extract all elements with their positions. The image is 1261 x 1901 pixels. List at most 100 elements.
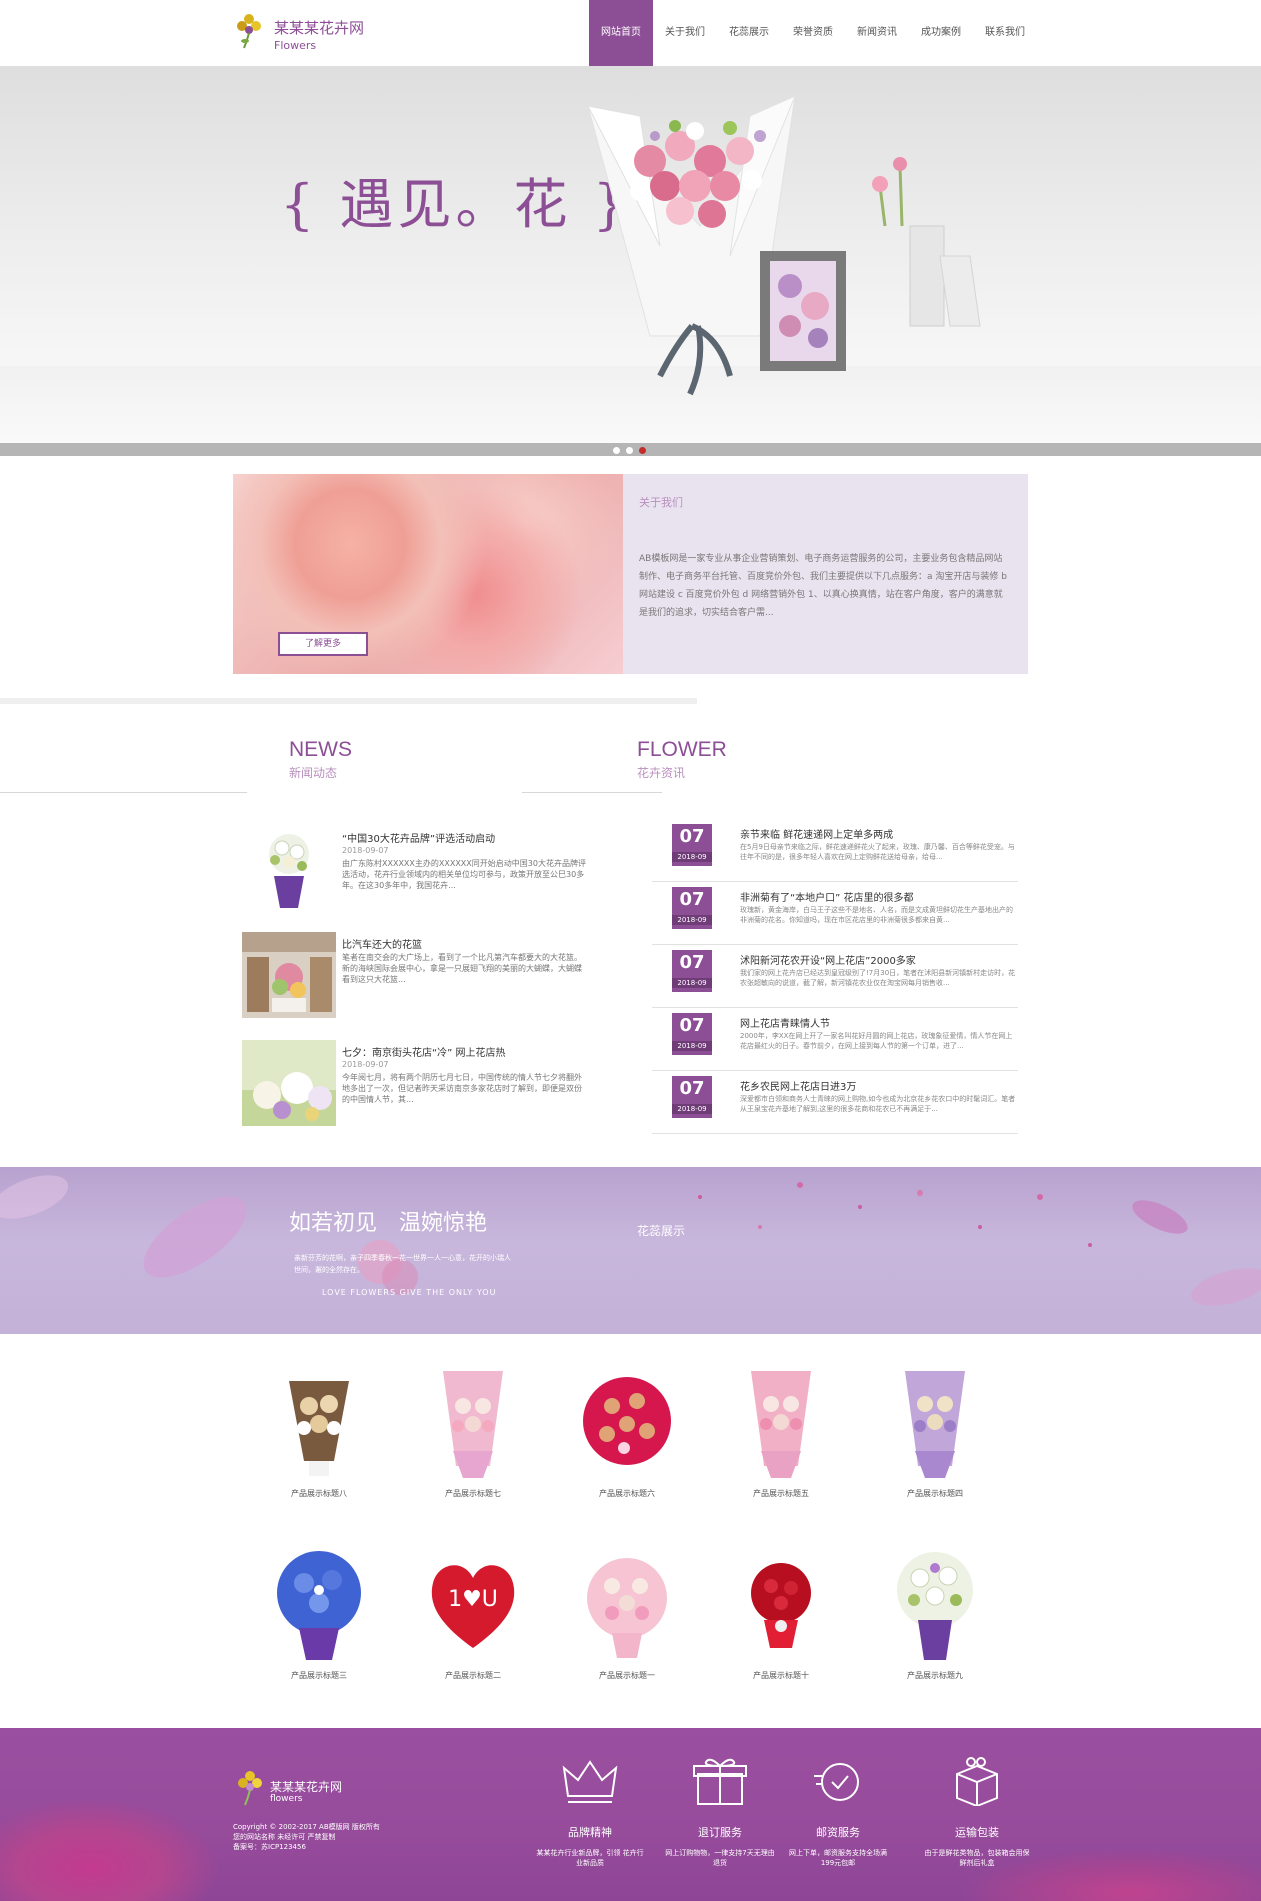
product-card[interactable]: 产品展示标题八	[264, 1366, 374, 1499]
slide-dot-3[interactable]	[639, 447, 646, 454]
nav-cases[interactable]: 成功案例	[909, 0, 973, 66]
news-desc: 今年阅七月，将有两个阴历七月七日，中国传统的情人节七夕将翻外地多出了一次，但记者…	[342, 1073, 582, 1104]
clock-icon	[814, 1763, 859, 1801]
flower-news-title[interactable]: 沭阳新河花农开设“网上花店”2000多家	[740, 952, 916, 967]
showcase-title: 如若初见 温婉惊艳	[289, 1211, 488, 1236]
flower-news-desc: 2000年，李XX在网上开了一家名叫花好月圆的网上花店，玫瑰象征爱情，情人节在网…	[740, 1032, 1013, 1050]
date-badge: 07 2018-09	[672, 1013, 712, 1055]
news-desc: 笔者在南交会的大广场上，看到了一个比凡第汽车都要大的大花篮。新的海峡国际会展中心…	[342, 953, 582, 984]
product-image	[443, 1371, 503, 1478]
learn-more-button[interactable]: 了解更多	[278, 632, 368, 656]
gift-icon	[693, 1758, 747, 1805]
site-logo[interactable]: 某某某花卉网 Flowers	[234, 9, 394, 59]
product-label[interactable]: 产品展示标题四	[880, 1488, 990, 1499]
showcase-subtitle: 亲新芬芳的花啊，亲子四季春秋一花一世界一人一心意，花开的小瑞人世间，邂的全然存在…	[294, 1254, 511, 1274]
nav-home[interactable]: 网站首页	[589, 0, 653, 66]
product-label[interactable]: 产品展示标题三	[264, 1670, 374, 1681]
service-desc: 网上订购物物，一律支持7天无理由退货	[665, 1849, 775, 1867]
product-image	[751, 1371, 811, 1478]
flower-news-item[interactable]: 07 2018-09 网上花店青睐情人节 2000年，李XX在网上开了一家名叫花…	[652, 1011, 1018, 1071]
news-date: 2018-09-07	[342, 846, 389, 855]
service-title: 退订服务	[698, 1826, 742, 1839]
about-body: AB模板网是一家专业从事企业营销策划、电子商务运营服务的公司，主要业务包含精品网…	[639, 554, 1007, 618]
news-item[interactable]: “中国30大花卉品牌”评选活动启动 2018-09-07 由广东陈村XXXXXX…	[242, 826, 587, 912]
product-label[interactable]: 产品展示标题五	[726, 1488, 836, 1499]
bouquet-image	[587, 95, 981, 396]
date-day: 07	[679, 889, 705, 910]
news-item[interactable]: 比汽车还大的花篮 2018-09-07 笔者在南交会的大广场上，看到了一个比凡第…	[242, 932, 587, 1018]
box-icon	[956, 1757, 998, 1808]
banner-title: { 遇见。花 }	[280, 173, 632, 236]
slide-dot-2[interactable]	[626, 447, 633, 454]
flower-news-item[interactable]: 07 2018-09 非洲菊有了“本地户口” 花店里的很多都 玫瑰新，黄金海岸，…	[652, 885, 1018, 945]
service-postage: 邮资服务 网上下单，邮资服务支持全场满199元包邮	[783, 1756, 893, 1896]
flower-heading-cn: 花卉资讯	[637, 766, 686, 780]
product-card[interactable]: 产品展示标题六	[572, 1366, 682, 1499]
flower-news-title[interactable]: 非洲菊有了“本地户口” 花店里的很多都	[740, 889, 914, 904]
flower-heading-en: FLOWER	[637, 738, 727, 761]
product-card[interactable]: 产品展示标题五	[726, 1366, 836, 1499]
nav-showcase[interactable]: 花蕊展示	[717, 0, 781, 66]
service-desc: 某某花卉行业新品牌，引领 花卉行业新品质	[536, 1849, 644, 1867]
product-card[interactable]: 产品展示标题七	[418, 1366, 528, 1499]
product-card[interactable]: 产品展示标题九	[880, 1548, 990, 1681]
product-image	[905, 1371, 965, 1478]
crown-icon	[562, 1760, 618, 1803]
product-label[interactable]: 产品展示标题七	[418, 1488, 528, 1499]
news-title[interactable]: “中国30大花卉品牌”评选活动启动	[342, 830, 495, 845]
product-label[interactable]: 产品展示标题一	[572, 1670, 682, 1681]
slide-dot-1[interactable]	[613, 447, 620, 454]
footer-watercolor	[0, 1798, 220, 1901]
carnation-image: 了解更多	[233, 474, 623, 674]
date-day: 07	[679, 826, 705, 847]
product-card[interactable]: 1♥U 产品展示标题二	[418, 1548, 528, 1681]
product-label[interactable]: 产品展示标题八	[264, 1488, 374, 1499]
site-header: 某某某花卉网 Flowers 网站首页 关于我们 花蕊展示 荣誉资质 新闻资讯 …	[0, 0, 1261, 66]
icp-number[interactable]: 备案号：苏ICP123456	[233, 1842, 433, 1852]
product-image: 1♥U	[431, 1565, 515, 1648]
service-desc: 由于是鲜花类物品，包装箱会用保鲜剂后礼盒	[924, 1849, 1030, 1867]
footer-logo-title: 某某某花卉网	[270, 1780, 343, 1794]
date-year-month: 2018-09	[672, 915, 712, 925]
date-year-month: 2018-09	[672, 978, 712, 988]
product-label[interactable]: 产品展示标题二	[418, 1670, 528, 1681]
section-divider	[0, 698, 697, 704]
flower-news-desc: 在5月9日母亲节来临之际，鲜花速递鲜花火了起来，玫瑰、康乃馨、百合等鲜花受宠。与…	[740, 843, 1015, 861]
flower-news-item[interactable]: 07 2018-09 花乡农民网上花店日进3万 深爱都市白领和商务人士青睐的网上…	[652, 1074, 1018, 1134]
service-brand: 品牌精神 某某花卉行业新品牌，引领 花卉行业新品质	[535, 1756, 645, 1896]
flower-news-title[interactable]: 亲节来临 鲜花速递网上定单多两成	[740, 826, 893, 841]
news-title[interactable]: 比汽车还大的花篮	[342, 936, 422, 951]
product-card[interactable]: 产品展示标题一	[572, 1548, 682, 1681]
flower-logo-icon	[237, 14, 261, 49]
date-year-month: 2018-09	[672, 1104, 712, 1114]
news-heading-en: NEWS	[289, 738, 352, 761]
date-day: 07	[679, 1015, 705, 1036]
petals-decoration	[0, 1175, 1261, 1306]
date-year-month: 2018-09	[672, 852, 712, 862]
flower-news-desc: 深爱都市白领和商务人士青睐的网上购物,如今也成为北京花乡花农口中的时髦词汇。笔者…	[740, 1095, 1016, 1113]
product-image	[289, 1381, 349, 1476]
main-nav: 网站首页 关于我们 花蕊展示 荣誉资质 新闻资讯 成功案例 联系我们	[589, 0, 1037, 66]
nav-about[interactable]: 关于我们	[653, 0, 717, 66]
nav-honors[interactable]: 荣誉资质	[781, 0, 845, 66]
product-card[interactable]: 产品展示标题十	[726, 1548, 836, 1681]
flower-news-title[interactable]: 花乡农民网上花店日进3万	[740, 1078, 856, 1093]
flower-news-desc: 我们家的网上花卉店已经达到皇冠级别了!7月30日，笔者在沭阳县新河镇新村走访时，…	[740, 969, 1016, 987]
news-title[interactable]: 七夕：南京街头花店“冷” 网上花店热	[342, 1044, 506, 1059]
flower-news-item[interactable]: 07 2018-09 亲节来临 鲜花速递网上定单多两成 在5月9日母亲节来临之际…	[652, 822, 1018, 882]
nav-news[interactable]: 新闻资讯	[845, 0, 909, 66]
product-card[interactable]: 产品展示标题四	[880, 1366, 990, 1499]
flower-news-title[interactable]: 网上花店青睐情人节	[740, 1015, 830, 1030]
nav-contact[interactable]: 联系我们	[973, 0, 1037, 66]
product-label[interactable]: 产品展示标题六	[572, 1488, 682, 1499]
service-packaging: 运输包装 由于是鲜花类物品，包装箱会用保鲜剂后礼盒	[922, 1756, 1032, 1896]
hero-banner[interactable]: { 遇见。花 }	[0, 66, 1261, 456]
product-label[interactable]: 产品展示标题九	[880, 1670, 990, 1681]
date-badge: 07 2018-09	[672, 887, 712, 929]
product-image	[587, 1558, 667, 1658]
product-label[interactable]: 产品展示标题十	[726, 1670, 836, 1681]
product-card[interactable]: 产品展示标题三	[264, 1548, 374, 1681]
news-date: 2018-09-07	[342, 1060, 389, 1069]
flower-news-item[interactable]: 07 2018-09 沭阳新河花农开设“网上花店”2000多家 我们家的网上花卉…	[652, 948, 1018, 1008]
news-item[interactable]: 七夕：南京街头花店“冷” 网上花店热 2018-09-07 今年阅七月，将有两个…	[242, 1040, 587, 1126]
